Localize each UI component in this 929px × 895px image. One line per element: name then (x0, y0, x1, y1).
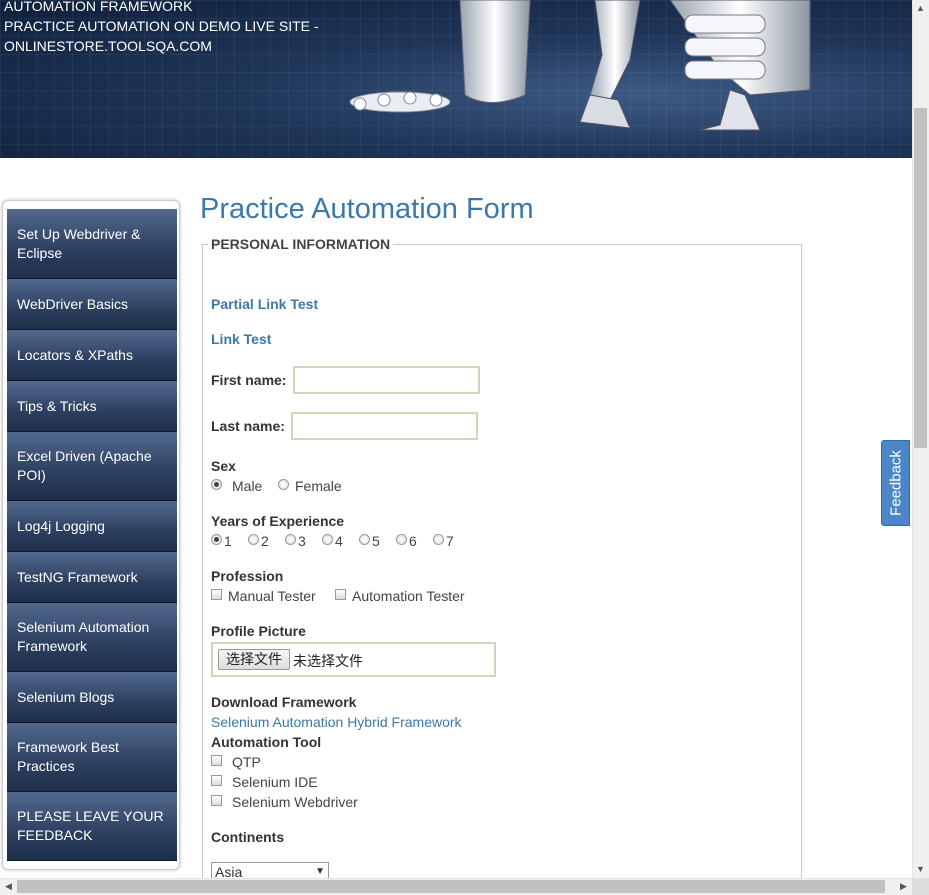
sidebar-item-tips-tricks[interactable]: Tips & Tricks (7, 381, 177, 432)
sidebar-item-best-practices[interactable]: Framework Best Practices (7, 723, 177, 792)
sidebar-item-label: Set Up Webdriver & Eclipse (17, 225, 141, 261)
page-title: Practice Automation Form (200, 193, 534, 225)
selenium-webdriver-checkbox[interactable] (211, 795, 222, 806)
sidebar-item-label: Locators & XPaths (17, 346, 133, 363)
robot-image (349, 0, 811, 131)
scroll-down-arrow-icon[interactable]: ▼ (912, 861, 929, 878)
experience-option-5: 5 (372, 533, 380, 549)
experience-label: Years of Experience (211, 513, 345, 529)
page: AUTOMATION FRAMEWORK PRACTICE AUTOMATION… (0, 0, 912, 878)
profession-label: Profession (211, 568, 284, 584)
scroll-right-arrow-icon[interactable]: ▶ (895, 878, 912, 895)
automation-tester-checkbox[interactable] (335, 589, 346, 600)
sidebar-item-label: Selenium Blogs (17, 688, 115, 705)
sidebar-item-label: Tips & Tricks (17, 397, 97, 414)
continents-select[interactable]: Asia ▼ (211, 862, 329, 878)
continents-label: Continents (211, 829, 285, 845)
sidebar-item-locators-xpaths[interactable]: Locators & XPaths (7, 330, 177, 381)
continents-selected-value: Asia (215, 864, 243, 878)
sidebar-item-label: PLEASE LEAVE YOUR FEEDBACK (17, 808, 164, 843)
scroll-up-arrow-icon[interactable]: ▲ (912, 0, 929, 17)
choose-file-button[interactable]: 选择文件 (218, 649, 290, 670)
experience-radio-4[interactable] (322, 534, 333, 545)
manual-tester-checkbox[interactable] (211, 589, 222, 600)
sidebar-item-label: Log4j Logging (17, 517, 105, 534)
experience-option-3: 3 (298, 533, 306, 549)
selenium-webdriver-label: Selenium Webdriver (232, 794, 358, 810)
sidebar: Set Up Webdriver & Eclipse WebDriver Bas… (2, 200, 180, 870)
scroll-left-arrow-icon[interactable]: ◀ (0, 878, 17, 895)
experience-option-1: 1 (224, 533, 232, 549)
sidebar-item-label: Selenium Automation Framework (17, 619, 150, 654)
sidebar-item-label: TestNG Framework (17, 568, 138, 585)
horizontal-scroll-thumb[interactable] (17, 880, 885, 893)
sidebar-item-label: WebDriver Basics (17, 295, 128, 312)
experience-radio-7[interactable] (433, 534, 444, 545)
first-name-label: First name: (211, 372, 287, 388)
scrollbar-corner (912, 878, 929, 895)
last-name-field[interactable] (291, 412, 478, 440)
sidebar-item-setup-webdriver[interactable]: Set Up Webdriver & Eclipse (7, 209, 177, 279)
sidebar-item-log4j[interactable]: Log4j Logging (7, 501, 177, 552)
sidebar-item-selenium-framework[interactable]: Selenium Automation Framework (7, 603, 177, 672)
experience-radio-2[interactable] (248, 534, 259, 545)
fieldset-legend: PERSONAL INFORMATION (208, 236, 394, 252)
experience-option-2: 2 (261, 533, 269, 549)
header-banner: AUTOMATION FRAMEWORK PRACTICE AUTOMATION… (0, 0, 912, 158)
sidebar-item-selenium-blogs[interactable]: Selenium Blogs (7, 672, 177, 723)
banner-line-1: AUTOMATION FRAMEWORK (4, 0, 193, 14)
sidebar-item-webdriver-basics[interactable]: WebDriver Basics (7, 279, 177, 330)
sex-label: Sex (211, 458, 236, 474)
experience-option-7: 7 (446, 533, 454, 549)
sidebar-item-feedback[interactable]: PLEASE LEAVE YOUR FEEDBACK (7, 792, 177, 861)
last-name-label: Last name: (211, 418, 285, 434)
banner-line-3: ONLINESTORE.TOOLSQA.COM (4, 38, 212, 54)
experience-radio-1[interactable] (211, 534, 222, 545)
experience-option-4: 4 (335, 533, 343, 549)
sidebar-item-label: Framework Best Practices (17, 739, 119, 774)
sex-female-radio[interactable] (278, 479, 289, 490)
experience-radio-5[interactable] (359, 534, 370, 545)
first-name-field[interactable] (293, 366, 480, 394)
automation-tool-label: Automation Tool (211, 734, 322, 750)
experience-radio-3[interactable] (285, 534, 296, 545)
link-test[interactable]: Link Test (211, 331, 271, 347)
file-status-text: 未选择文件 (293, 653, 363, 669)
banner-line-2: PRACTICE AUTOMATION ON DEMO LIVE SITE - (4, 18, 319, 34)
qtp-checkbox[interactable] (211, 755, 222, 766)
partial-link-test[interactable]: Partial Link Test (211, 296, 318, 312)
sex-male-label: Male (232, 478, 263, 494)
chevron-down-icon: ▼ (315, 866, 325, 877)
profile-picture-label: Profile Picture (211, 623, 306, 639)
sidebar-item-excel-driven[interactable]: Excel Driven (Apache POI) (7, 432, 177, 501)
feedback-tab-label: Feedback (887, 450, 904, 516)
manual-tester-label: Manual Tester (228, 588, 316, 604)
download-framework-link[interactable]: Selenium Automation Hybrid Framework (211, 714, 462, 730)
selenium-ide-label: Selenium IDE (232, 774, 318, 790)
selenium-ide-checkbox[interactable] (211, 775, 222, 786)
sidebar-item-label: Excel Driven (Apache POI) (17, 448, 152, 483)
qtp-label: QTP (232, 754, 261, 770)
sidebar-item-testng[interactable]: TestNG Framework (7, 552, 177, 603)
vertical-scroll-thumb[interactable] (914, 108, 927, 448)
feedback-tab[interactable]: Feedback (881, 440, 910, 526)
experience-option-6: 6 (409, 533, 417, 549)
sex-male-radio[interactable] (211, 479, 222, 490)
download-framework-label: Download Framework (211, 694, 357, 710)
sex-female-label: Female (295, 478, 342, 494)
experience-radio-6[interactable] (396, 534, 407, 545)
automation-tester-label: Automation Tester (352, 588, 465, 604)
